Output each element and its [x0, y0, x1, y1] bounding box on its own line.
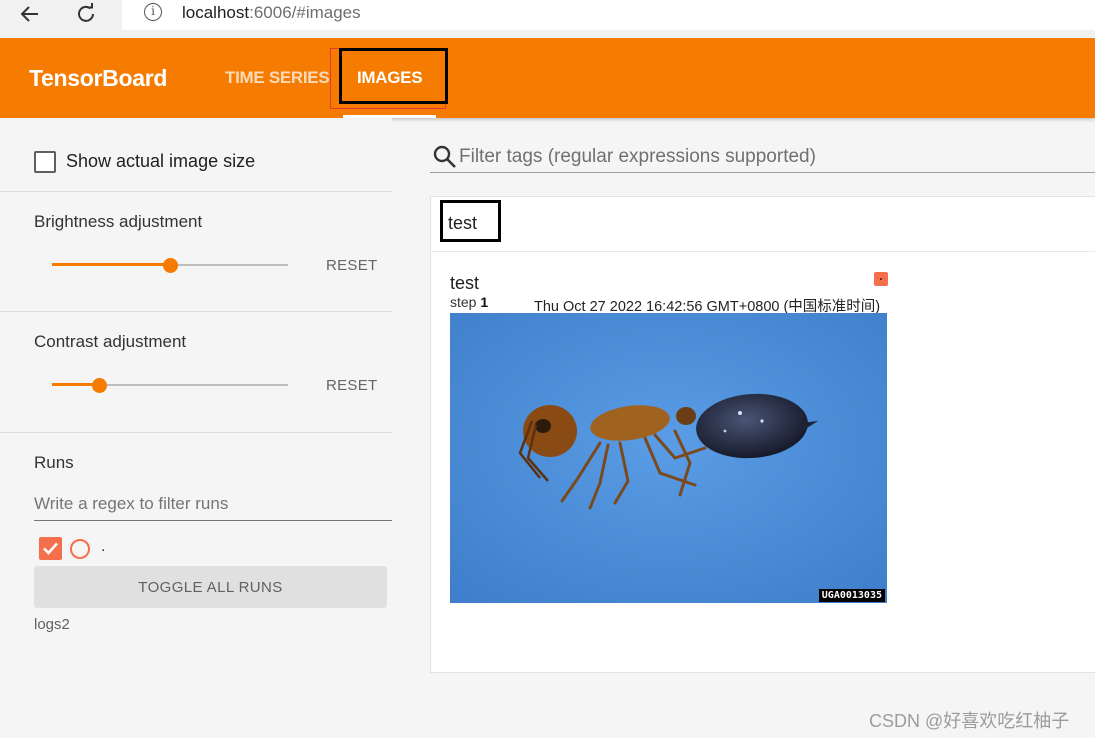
- brightness-title: Brightness adjustment: [34, 212, 203, 231]
- tag-filter-input[interactable]: Filter tags (regular expressions support…: [430, 140, 1095, 173]
- brightness-slider[interactable]: [52, 258, 288, 273]
- show-actual-size-label[interactable]: Show actual image size: [66, 151, 255, 172]
- ant-image: [450, 313, 887, 603]
- browser-toolbar: i localhost:6006/#images: [0, 0, 1095, 38]
- divider: [0, 311, 392, 312]
- runs-title: Runs: [34, 453, 74, 472]
- runs-filter-placeholder: Write a regex to filter runs: [34, 494, 229, 513]
- contrast-slider[interactable]: [52, 378, 288, 393]
- run-checkbox[interactable]: [39, 537, 62, 560]
- info-icon[interactable]: i: [144, 3, 162, 21]
- watermark: CSDN @好喜欢吃红柚子: [869, 711, 1070, 731]
- tab-time-series[interactable]: TIME SERIES: [225, 68, 330, 88]
- divider: [0, 432, 392, 433]
- check-icon: [43, 542, 58, 555]
- contrast-title: Contrast adjustment: [34, 332, 187, 351]
- slider-fill: [52, 263, 170, 266]
- address-bar[interactable]: i localhost:6006/#images: [122, 0, 1095, 30]
- image-step: step 1: [450, 294, 489, 310]
- brightness-reset-button[interactable]: RESET: [326, 257, 378, 274]
- show-actual-size-checkbox[interactable]: [34, 151, 56, 173]
- image-card-title: test: [450, 273, 480, 293]
- slider-thumb[interactable]: [92, 378, 107, 393]
- runs-filter-input[interactable]: Write a regex to filter runs: [34, 491, 392, 521]
- annotation-black-box: [440, 200, 501, 242]
- divider: [0, 191, 392, 192]
- brand-logo[interactable]: TensorBoard: [29, 65, 167, 92]
- slider-thumb[interactable]: [163, 258, 178, 273]
- tag-filter-placeholder: Filter tags (regular expressions support…: [459, 146, 816, 167]
- reload-icon: [78, 3, 94, 22]
- contrast-reset-button[interactable]: RESET: [326, 377, 378, 394]
- annotation-black-box: [339, 48, 448, 104]
- search-icon: [433, 145, 456, 168]
- reload-button[interactable]: [71, 0, 101, 28]
- sidebar: Show actual image size Brightness adjust…: [0, 118, 392, 738]
- url-text: localhost:6006/#images: [182, 3, 361, 22]
- run-color-indicator: [874, 272, 888, 286]
- group-header[interactable]: test: [431, 197, 1095, 252]
- image-id-label: UGA0013035: [818, 589, 885, 602]
- tag-group-card: test test step 1 Thu Oct 27 2022 16:42:5…: [430, 196, 1095, 673]
- toggle-all-runs-button[interactable]: TOGGLE ALL RUNS: [34, 566, 387, 608]
- arrow-left-icon: [20, 6, 38, 22]
- logdir-label: logs2: [34, 616, 70, 633]
- tensorboard-header: TensorBoard TIME SERIES IMAGES: [0, 38, 1095, 118]
- run-name: .: [101, 538, 106, 555]
- back-button[interactable]: [15, 0, 45, 28]
- image-sample[interactable]: UGA0013035: [450, 313, 887, 603]
- run-color-picker[interactable]: [70, 539, 90, 559]
